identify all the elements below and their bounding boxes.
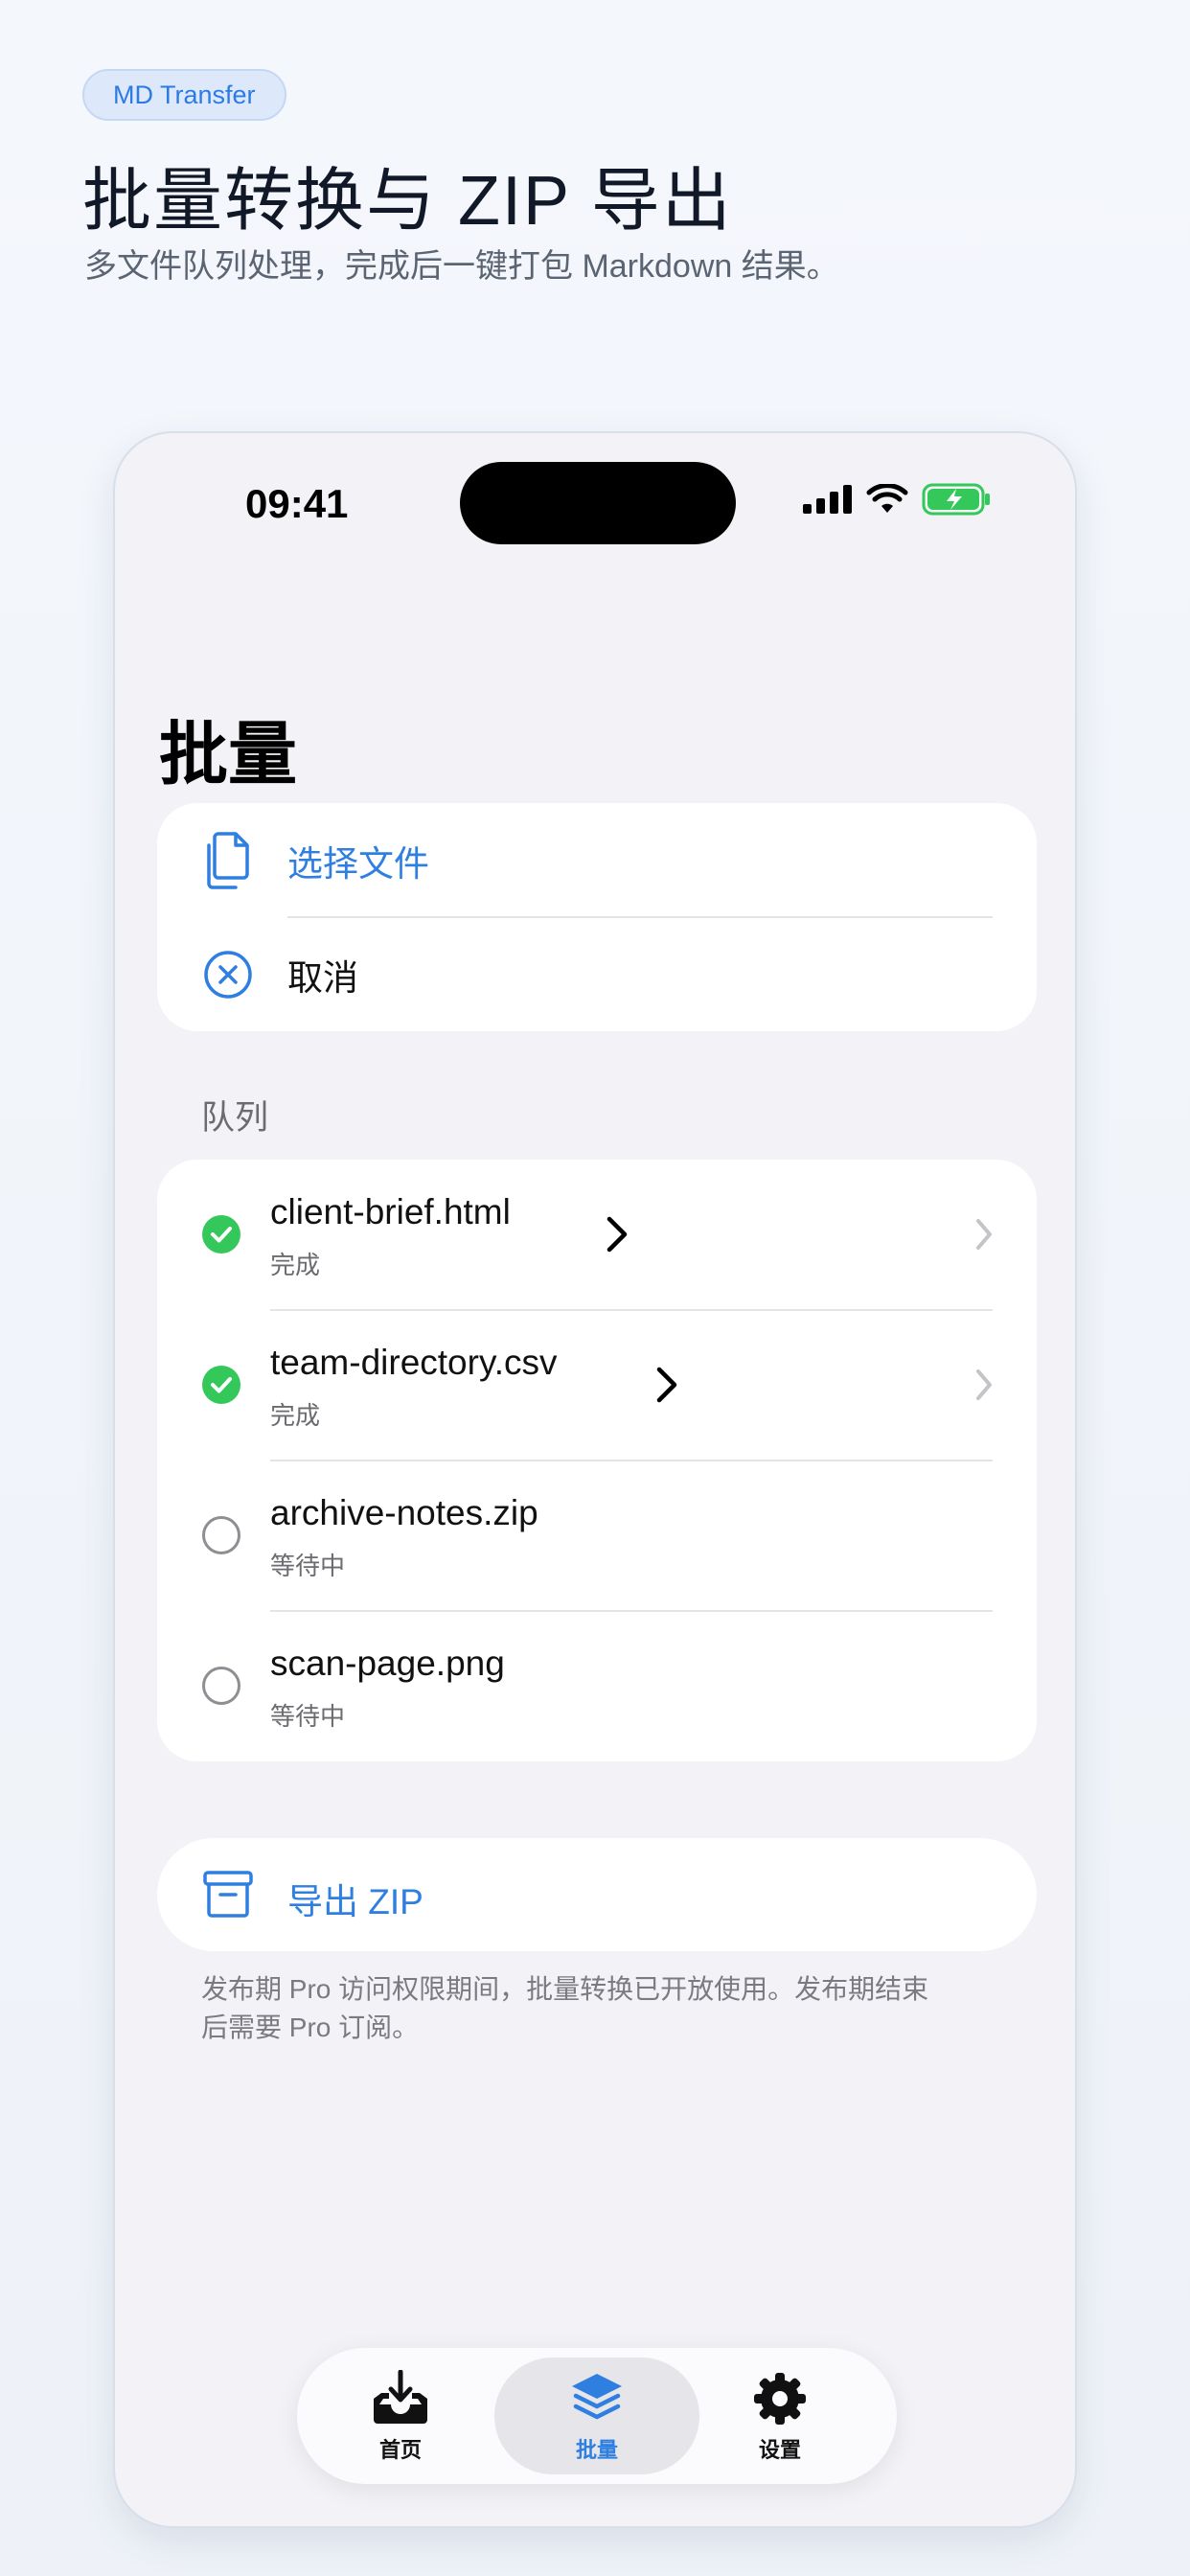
file-name: team-directory.csv xyxy=(270,1343,558,1382)
file-name: archive-notes.zip xyxy=(270,1493,538,1532)
page-title: 批量 xyxy=(159,717,298,794)
app-badge: MD Transfer xyxy=(82,69,286,121)
tab-batch-label: 批量 xyxy=(575,2438,618,2462)
tab-settings-label: 设置 xyxy=(758,2438,801,2462)
subline: 多文件队列处理，完成后一键打包 Markdown 结果。 xyxy=(84,248,839,285)
queue-item[interactable]: archive-notes.zip 等待中 xyxy=(157,1460,1037,1611)
tray-download-icon xyxy=(370,2368,431,2429)
phone-frame: 09:41 批量 选择文件 取消 队列 client-brief.html 完成… xyxy=(113,431,1077,2528)
empty-circle-icon xyxy=(202,1516,240,1554)
marketing-page: MD Transfer 批量转换与 ZIP 导出 多文件队列处理，完成后一键打包… xyxy=(0,0,1190,2576)
dynamic-island xyxy=(460,462,736,544)
queue-list: client-brief.html 完成 team-directory.csv … xyxy=(157,1160,1037,1761)
choose-files-button[interactable]: 选择文件 xyxy=(157,803,1037,917)
actions-card: 选择文件 取消 xyxy=(157,803,1037,1031)
queue-item[interactable]: scan-page.png 等待中 xyxy=(157,1611,1037,1761)
checkmark-circle-icon xyxy=(202,1215,240,1254)
queue-item[interactable]: client-brief.html 完成 xyxy=(157,1160,1037,1310)
file-name: scan-page.png xyxy=(270,1644,505,1683)
pro-access-note: 发布期 Pro 访问权限期间，批量转换已开放使用。发布期结束后需要 Pro 订阅… xyxy=(201,1974,929,2042)
cellular-signal-icon xyxy=(803,485,852,514)
battery-charging-icon xyxy=(922,483,990,516)
tab-batch[interactable]: 批量 xyxy=(494,2358,699,2474)
cancel-label: 取消 xyxy=(287,957,358,998)
choose-files-label: 选择文件 xyxy=(287,843,429,884)
disclosure-chevron-icon xyxy=(976,1369,992,1400)
file-status: 完成 xyxy=(270,1401,321,1430)
queue-item[interactable]: team-directory.csv 完成 xyxy=(157,1310,1037,1460)
documents-icon xyxy=(201,831,255,889)
cancel-circle-icon xyxy=(201,948,255,1001)
disclosure-chevron-icon xyxy=(976,1219,992,1250)
export-zip-label: 导出 ZIP xyxy=(287,1882,423,1921)
archive-box-icon xyxy=(203,1871,253,1918)
chevron-right-icon xyxy=(656,1367,677,1403)
stack-layers-icon xyxy=(566,2368,628,2429)
tab-bar: 首页 批量 设置 xyxy=(297,2348,897,2484)
cancel-button[interactable]: 取消 xyxy=(157,917,1037,1031)
status-icons xyxy=(803,483,991,516)
headline: 批量转换与 ZIP 导出 xyxy=(82,163,733,240)
file-status: 等待中 xyxy=(270,1552,346,1580)
checkmark-circle-icon xyxy=(202,1366,240,1404)
export-zip-button[interactable]: 导出 ZIP xyxy=(157,1838,1037,1951)
wifi-icon xyxy=(866,484,908,513)
empty-circle-icon xyxy=(202,1667,240,1705)
tab-settings[interactable]: 设置 xyxy=(684,2348,876,2484)
tab-home-label: 首页 xyxy=(378,2438,422,2462)
chevron-right-icon xyxy=(606,1216,628,1253)
file-status: 完成 xyxy=(270,1251,321,1279)
status-time: 09:41 xyxy=(245,481,349,526)
file-name: client-brief.html xyxy=(270,1192,511,1231)
file-status: 等待中 xyxy=(270,1702,346,1731)
tab-home[interactable]: 首页 xyxy=(305,2348,496,2484)
gear-icon xyxy=(749,2368,811,2429)
queue-section-label: 队列 xyxy=(201,1099,269,1137)
